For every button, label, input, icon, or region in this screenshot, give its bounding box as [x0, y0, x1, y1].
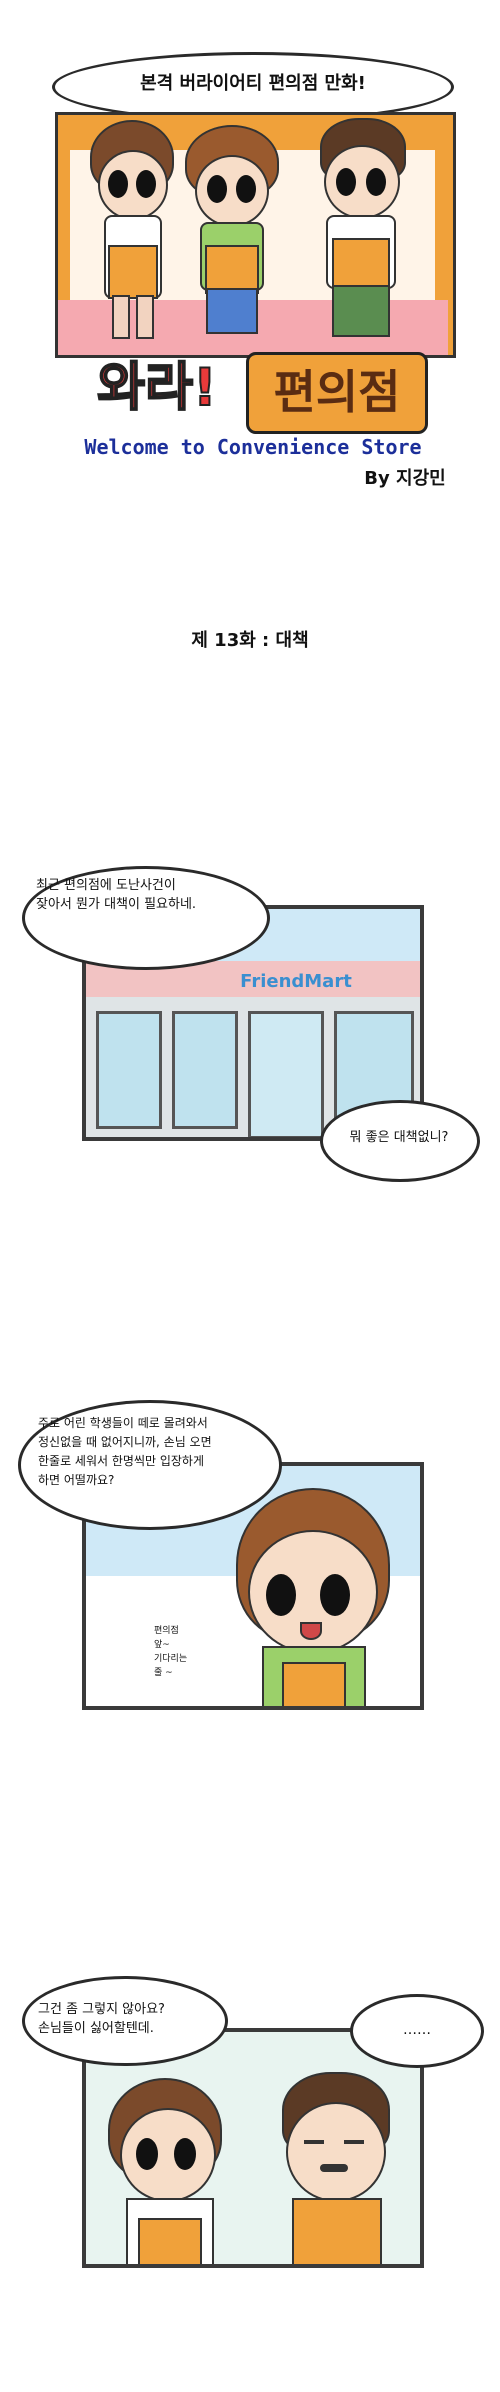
episode-title: 제 13화 : 대책 [191, 630, 309, 651]
panel2-aside: 편의점 앞~ 기다리는 줄 ~ [154, 1626, 188, 1678]
panel1-bubble-1-text: 최근 편의점에 도난사건이 잦아서 뭔가 대책이 필요하네. [36, 878, 197, 912]
panel2-bubble-text: 주로 어린 학생들이 떼로 몰려와서 정신없을 때 없어지니까, 손님 오면 한… [38, 1416, 212, 1487]
panel1-bubble-2-text: 뭐 좋은 대책없니? [349, 1130, 449, 1145]
panel3-bubble-2-text: …… [403, 2022, 431, 2038]
cover-author: By 지강민 [364, 468, 446, 489]
cover: 본격 버라이어티 편의점 만화! 와라! 편의점 Welcome to Conv… [0, 0, 500, 510]
logo-title-part1: 와라! [96, 357, 217, 419]
store-sign: FriendMart [240, 971, 352, 992]
logo-title-part2: 편의점 [273, 365, 401, 419]
panel3-bubble-1-text: 그건 좀 그렇지 않아요? 손님들이 싫어할텐데. [38, 2002, 165, 2036]
store-window [172, 1011, 238, 1129]
store-window [96, 1011, 162, 1129]
store-door [248, 1011, 324, 1137]
cover-tagline: 본격 버라이어티 편의점 만화! [140, 73, 366, 94]
cover-subtitle: Welcome to Convenience Store [84, 435, 422, 459]
